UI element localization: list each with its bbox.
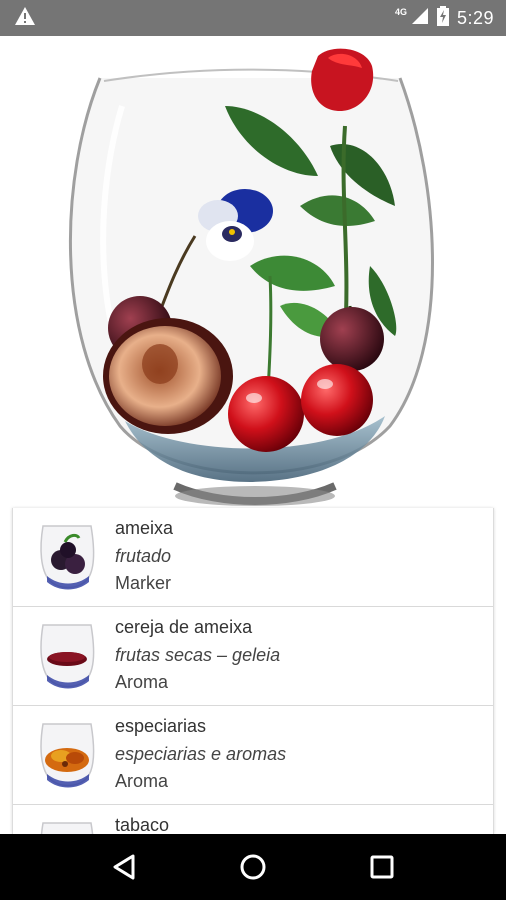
warning-icon: [14, 6, 36, 31]
network-type: 4G: [394, 7, 407, 17]
aroma-name: cereja de ameixa: [115, 617, 253, 637]
home-icon[interactable]: [229, 843, 277, 891]
list-item[interactable]: especiarias especiarias e aromas Aroma: [13, 706, 493, 805]
spice-glass-thumb-icon: [35, 718, 99, 790]
battery-charging-icon: [436, 5, 449, 31]
hero-image: [0, 36, 506, 508]
signal-icon: [411, 7, 429, 30]
back-icon[interactable]: [100, 843, 148, 891]
clock: 5:29: [456, 7, 494, 28]
aroma-type: Aroma: [115, 672, 169, 692]
list-item[interactable]: cereja de ameixa frutas secas – geleia A…: [13, 607, 493, 706]
jam-glass-thumb-icon: [35, 619, 99, 691]
navigation-bar: [0, 834, 506, 900]
aroma-category: frutas secas – geleia: [115, 645, 281, 665]
tobacco-glass-thumb-icon: [35, 817, 99, 834]
status-bar: 4G 5:29: [0, 0, 506, 36]
aroma-name: tabaco: [115, 815, 170, 834]
list-item[interactable]: tabaco: [13, 805, 493, 834]
aroma-category: frutado: [115, 546, 172, 566]
aroma-name: ameixa: [115, 518, 174, 538]
aroma-type: Marker: [115, 573, 172, 593]
aroma-category: especiarias e aromas: [115, 744, 287, 764]
aroma-name: especiarias: [115, 716, 207, 736]
recents-icon[interactable]: [358, 843, 406, 891]
aroma-type: Aroma: [115, 771, 169, 791]
plum-glass-thumb-icon: [35, 520, 99, 592]
list-item[interactable]: ameixa frutado Marker: [13, 508, 493, 607]
aroma-list: ameixa frutado Marker cereja de ameixa f…: [12, 508, 494, 834]
